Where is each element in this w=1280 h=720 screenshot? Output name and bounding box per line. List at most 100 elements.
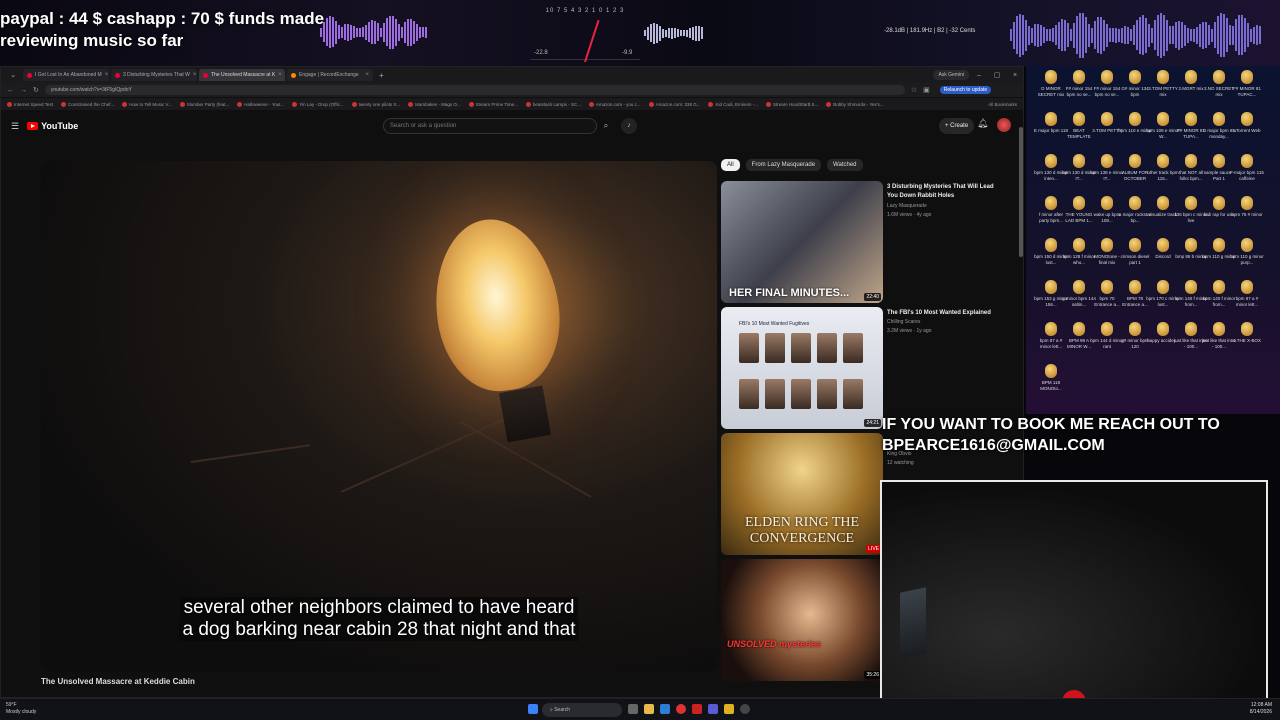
- avatar[interactable]: [997, 118, 1011, 132]
- discord-icon[interactable]: [708, 704, 718, 714]
- ask-gemini-button[interactable]: Ask Gemini: [933, 70, 969, 80]
- bookmark-star-icon[interactable]: ☆: [911, 86, 917, 94]
- recommendation-title[interactable]: 3 Disturbing Mysteries That Will Lead Yo…: [887, 183, 997, 201]
- microphone-icon[interactable]: ♪: [621, 118, 637, 134]
- fl-project-icon: [1073, 322, 1085, 336]
- waveform-bar: [1181, 22, 1183, 48]
- desktop-file-icon[interactable]: F# MINOR 81 TUPAC...: [1230, 70, 1264, 114]
- search-input[interactable]: Search or ask a question: [383, 118, 597, 134]
- recommendation-title[interactable]: The FBI's 10 Most Wanted Explained: [887, 309, 997, 318]
- taskbar-search[interactable]: ⌕ Search: [542, 703, 622, 717]
- desktop-file-icon[interactable]: uTorrent Web: [1230, 112, 1264, 156]
- bookmark-item[interactable]: Bobby Shmurda - Yes's...: [826, 101, 884, 107]
- bookmark-item[interactable]: Mambakes - Mags O...: [408, 101, 461, 107]
- booking-line-1: IF YOU WANT TO BOOK ME REACH OUT TO: [882, 416, 1220, 433]
- recommendation-thumbnail[interactable]: UNSOLVED mysteries 35:26: [721, 559, 883, 681]
- bookmark-favicon-icon: [351, 101, 357, 107]
- notifications-bell-icon[interactable]: 🔔︎: [977, 118, 988, 129]
- bookmark-item[interactable]: Stream Prime Time...: [468, 101, 518, 107]
- edge-icon[interactable]: [660, 704, 670, 714]
- create-button[interactable]: + Create: [939, 118, 975, 134]
- file-explorer-icon[interactable]: [644, 704, 654, 714]
- recommendation-thumbnail[interactable]: ELDEN RING THE CONVERGENCE LIVE: [721, 433, 883, 555]
- close-window-icon[interactable]: ×: [1007, 72, 1023, 79]
- bookmark-item[interactable]: Internet Speed Test: [7, 101, 53, 107]
- tab-1[interactable]: I Got Lost In An Abandoned M ×: [23, 69, 109, 81]
- recommendation-thumbnail[interactable]: FBI's 10 Most Wanted Fugitives 24:21: [721, 307, 883, 429]
- tab-2[interactable]: 3 Disturbing Mysteries That W ×: [111, 69, 197, 81]
- chip-watched[interactable]: Watched: [827, 159, 863, 171]
- desktop-file-icon[interactable]: bpm 110 g minor purp...: [1230, 238, 1264, 282]
- waveform-bar: [386, 18, 388, 46]
- menu-icon[interactable]: ☰: [11, 121, 19, 132]
- tab-3-active[interactable]: The Unsolved Massacre at K ×: [199, 69, 285, 81]
- tab-4[interactable]: Engage | RecordExchange ×: [287, 69, 373, 81]
- video-player[interactable]: several other neighbors claimed to have …: [41, 161, 717, 671]
- maximize-icon[interactable]: ▢: [989, 71, 1005, 79]
- search-icon[interactable]: ⌕: [599, 118, 613, 134]
- waveform-bar: [680, 30, 682, 36]
- recommendation-2[interactable]: FBI's 10 Most Wanted Fugitives 24:21 The…: [721, 307, 1011, 431]
- back-icon[interactable]: ←: [7, 87, 14, 94]
- desktop-file-icon[interactable]: bpm 87 a # minor lett...: [1230, 280, 1264, 324]
- fl-project-icon: [1045, 322, 1057, 336]
- recommendation-channel[interactable]: Chilling Scares: [887, 319, 920, 325]
- waveform-bar: [1175, 22, 1177, 48]
- close-tab-icon[interactable]: ×: [278, 72, 282, 78]
- fl-studio-icon[interactable]: [724, 704, 734, 714]
- minimize-icon[interactable]: –: [971, 72, 987, 79]
- task-view-icon[interactable]: [628, 704, 638, 714]
- obs-icon[interactable]: [740, 704, 750, 714]
- all-bookmarks-button[interactable]: All Bookmarks: [988, 102, 1023, 107]
- desktop-file-icon[interactable]: F major bpm 115 caffeine: [1230, 154, 1264, 198]
- close-tab-icon[interactable]: ×: [365, 72, 369, 78]
- bookmark-item[interactable]: beatstack Lamps - SC...: [525, 101, 581, 107]
- bookmark-item[interactable]: twenty one pilots S...: [351, 101, 400, 107]
- chrome-icon[interactable]: [676, 704, 686, 714]
- fl-project-icon: [1241, 70, 1253, 84]
- forward-icon[interactable]: →: [20, 87, 27, 94]
- bookmark-label: Amazon.com - you c...: [595, 101, 641, 107]
- new-tab-button[interactable]: +: [379, 71, 384, 80]
- relaunch-update-button[interactable]: Relaunch to update: [939, 86, 992, 94]
- close-tab-icon[interactable]: ×: [193, 72, 197, 78]
- youtube-app-icon[interactable]: [692, 704, 702, 714]
- desktop-file-icon[interactable]: 4.THE X-BOX: [1230, 322, 1264, 366]
- recommendation-thumbnail[interactable]: HER FINAL MINUTES... 22:40: [721, 181, 883, 303]
- bookmark-item[interactable]: Slumber Party (feat...: [179, 101, 229, 107]
- bookmark-item[interactable]: Kid Cudi, Eminem -...: [708, 101, 758, 107]
- reload-icon[interactable]: ↻: [33, 86, 39, 94]
- close-tab-icon[interactable]: ×: [105, 72, 109, 78]
- tab-search-icon[interactable]: ⌄: [5, 71, 21, 79]
- chip-from-channel[interactable]: From Lazy Masquerade: [745, 159, 822, 171]
- address-bar[interactable]: youtube.com/watch?v=3tF5gIQpdoY: [44, 85, 905, 95]
- waveform-bar: [689, 28, 691, 38]
- waveform-bar: [1016, 16, 1018, 54]
- desktop-file-icon[interactable]: BPM 118 MONOto...: [1034, 364, 1068, 408]
- youtube-logo[interactable]: YouTube: [27, 121, 78, 131]
- bookmark-item[interactable]: Amazon.com - you c...: [588, 101, 641, 107]
- page-scrollbar[interactable]: [1019, 127, 1023, 257]
- weather-widget[interactable]: 59°F Mostly cloudy: [6, 702, 36, 716]
- desktop-file-icon[interactable]: bpm 75 # minor: [1230, 196, 1264, 240]
- start-icon[interactable]: [528, 704, 538, 714]
- waveform-bar: [647, 26, 649, 40]
- bookmark-item[interactable]: Amazon.com: 338 G...: [648, 101, 700, 107]
- waveform-bar: [674, 28, 676, 38]
- recommendation-1[interactable]: HER FINAL MINUTES... 22:40 3 Disturbing …: [721, 181, 1011, 305]
- extensions-icon[interactable]: ▣: [923, 86, 930, 94]
- waveform-bar: [1157, 14, 1159, 56]
- waveform-bar: [1022, 15, 1024, 55]
- fl-project-icon: [1129, 70, 1141, 84]
- bookmark-item[interactable]: Constrained the Chef...: [60, 101, 114, 107]
- taskbar-clock[interactable]: 12:08 AM 8/14/2026: [1250, 702, 1272, 716]
- bookmark-item[interactable]: How to Tell Music V...: [122, 101, 172, 107]
- recommendation-channel[interactable]: Lazy Masquerade: [887, 203, 927, 209]
- bookmark-item[interactable]: Halloweene - Yout...: [237, 101, 284, 107]
- bookmark-item[interactable]: Yin Lay - Drop (Offic...: [292, 101, 344, 107]
- chip-all[interactable]: All: [721, 159, 740, 171]
- waveform-bar: [326, 18, 328, 46]
- waveform-bar: [1223, 13, 1225, 57]
- bookmark-item[interactable]: Stream HoodStar$ S...: [765, 101, 818, 107]
- waveform-bar: [422, 27, 424, 37]
